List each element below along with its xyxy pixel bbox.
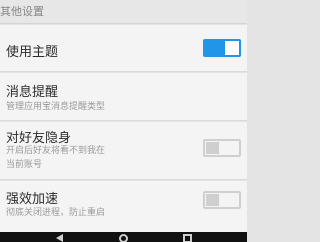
invisible-to-friends-toggle[interactable] — [203, 139, 241, 157]
setting-strong-acceleration[interactable]: 强效加速 彻底关闭进程，防止重启 — [0, 181, 247, 232]
setting-invisible-to-friends-description: 开启后好友将看不到我在当前账号 — [6, 146, 106, 170]
setting-message-reminder[interactable]: 消息提醒 管理应用宝消息提醒类型 — [0, 73, 247, 121]
section-header: 其他设置 — [0, 0, 247, 24]
back-icon[interactable] — [56, 234, 63, 242]
setting-use-theme[interactable]: 使用主题 — [0, 25, 247, 72]
toggle-knob — [206, 142, 219, 154]
setting-invisible-to-friends[interactable]: 对好友隐身 开启后好友将看不到我在当前账号 — [0, 122, 247, 180]
settings-screen: 其他设置 使用主题 消息提醒 管理应用宝消息提醒类型 对好友隐身 开启后好友将看… — [0, 0, 247, 242]
recent-apps-icon[interactable] — [183, 234, 192, 242]
system-navigation-bar — [0, 232, 247, 242]
toggle-knob — [206, 194, 219, 206]
setting-use-theme-label: 使用主题 — [6, 45, 59, 60]
setting-strong-acceleration-description: 彻底关闭进程，防止重启 — [6, 208, 106, 218]
setting-strong-acceleration-label: 强效加速 — [6, 192, 59, 207]
section-title: 其他设置 — [0, 5, 44, 18]
setting-message-reminder-description: 管理应用宝消息提醒类型 — [6, 102, 106, 112]
setting-message-reminder-label: 消息提醒 — [6, 85, 59, 100]
home-icon[interactable] — [119, 234, 128, 242]
use-theme-toggle[interactable] — [203, 39, 241, 57]
strong-acceleration-toggle[interactable] — [203, 191, 241, 209]
toggle-knob — [225, 41, 239, 55]
